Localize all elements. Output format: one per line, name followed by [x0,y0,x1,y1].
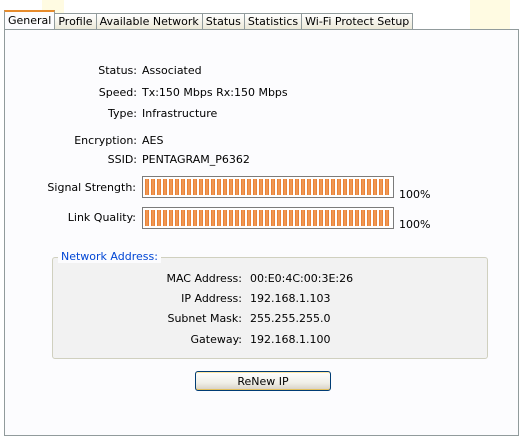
mac-address-value: 00:E0:4C:00:3E:26 [250,272,354,285]
gateway-row: Gateway: [53,332,243,348]
gateway-value: 192.168.1.100 [250,333,331,346]
signal-strength-meter [142,176,394,198]
mac-address-row: MAC Address: [53,271,242,287]
signal-strength-percent: 100% [399,188,431,201]
tab-bar: General Profile Available Network Status… [4,10,414,29]
tab-wifi-protect-setup[interactable]: Wi-Fi Protect Setup [301,13,414,29]
ssid-value: PENTAGRAM_P6362 [142,153,250,166]
tab-general[interactable]: General [4,10,56,29]
network-address-group: Network Address: MAC Address: 00:E0:4C:0… [52,250,488,359]
renew-ip-button[interactable]: ReNew IP [195,371,331,391]
encryption-value: AES [142,134,164,147]
link-quality-meter-fill [145,210,391,226]
type-row: Type: [5,106,137,122]
signal-strength-label: Signal Strength: [47,181,136,194]
tab-status[interactable]: Status [201,13,245,29]
mac-address-label: MAC Address: [166,272,242,285]
network-address-title: Network Address: [58,250,161,263]
status-value: Associated [142,64,202,77]
subnet-mask-label: Subnet Mask: [167,312,242,325]
type-label: Type: [108,107,137,120]
speed-label: Speed: [98,86,137,99]
tab-statistics[interactable]: Statistics [243,13,303,29]
general-panel: Status: Associated Speed: Tx:150 Mbps Rx… [4,29,519,436]
type-value: Infrastructure [142,107,218,120]
ip-address-value: 192.168.1.103 [250,292,331,305]
ssid-label: SSID: [107,153,137,166]
tab-profile[interactable]: Profile [54,13,97,29]
tab-available-network[interactable]: Available Network [95,13,203,29]
encryption-label: Encryption: [74,134,137,147]
signal-strength-row: Signal Strength: [5,180,136,196]
subnet-mask-value: 255.255.255.0 [250,312,331,325]
subnet-mask-row: Subnet Mask: [53,311,242,327]
speed-value: Tx:150 Mbps Rx:150 Mbps [142,86,288,99]
speed-row: Speed: [5,85,137,101]
encryption-row: Encryption: [5,133,137,149]
link-quality-percent: 100% [399,218,431,231]
gateway-label: Gateway: [190,333,243,346]
ip-address-row: IP Address: [53,291,242,307]
link-quality-label: Link Quality: [67,211,136,224]
status-label: Status: [98,64,137,77]
ssid-row: SSID: [5,152,137,168]
signal-strength-meter-fill [145,179,391,195]
link-quality-row: Link Quality: [5,210,136,226]
status-row: Status: [5,63,137,79]
link-quality-meter [142,207,394,229]
ip-address-label: IP Address: [181,292,242,305]
